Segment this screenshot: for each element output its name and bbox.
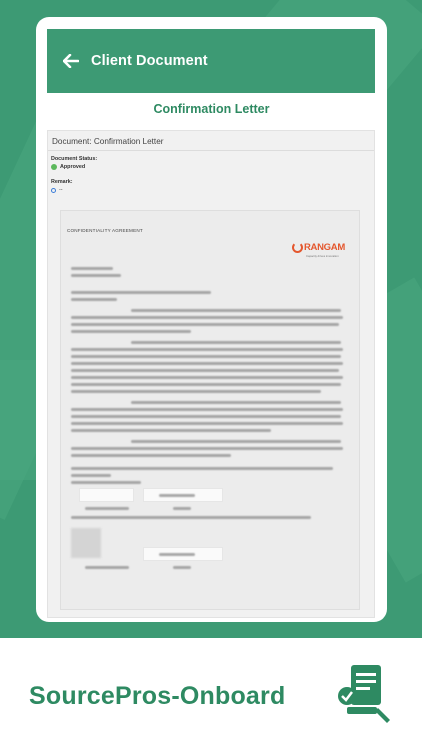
- blurred-text-line: [71, 267, 113, 270]
- blurred-text-line: [131, 341, 341, 344]
- blurred-text-line: [71, 362, 343, 365]
- blurred-text-line: [159, 494, 195, 497]
- blurred-text-line: [85, 507, 129, 510]
- blurred-text-line: [71, 355, 341, 358]
- blurred-text-line: [71, 422, 343, 425]
- blurred-text-line: [131, 309, 341, 312]
- blurred-text-line: [71, 376, 343, 379]
- brand-name: SourcePros-Onboard: [29, 682, 286, 710]
- blurred-text-line: [159, 553, 195, 556]
- blurred-text-line: [71, 291, 211, 294]
- blurred-text-line: [71, 516, 311, 519]
- info-icon: [51, 187, 56, 193]
- blurred-text-line: [71, 348, 343, 351]
- remark-label: Remark:: [51, 179, 73, 185]
- blurred-text-line: [71, 415, 341, 418]
- blurred-text-line: [71, 316, 343, 319]
- status-badge: Approved: [51, 164, 374, 170]
- phone-screen: Client Document Confirmation Letter Docu…: [36, 17, 387, 622]
- status-label: Document Status:: [51, 156, 98, 162]
- logo-tagline: Capacity drives innovation: [306, 254, 339, 258]
- logo-text: RANGAM: [304, 242, 345, 253]
- panel-title: Document: Confirmation Letter: [48, 131, 374, 151]
- blurred-text-line: [71, 467, 333, 470]
- logo-icon: [292, 242, 303, 253]
- signature-box: [79, 488, 134, 502]
- blurred-text-line: [71, 390, 321, 393]
- status-value: Approved: [60, 164, 86, 170]
- blurred-text-line: [71, 447, 343, 450]
- document-check-icon: [337, 663, 393, 727]
- app-bar: Client Document: [47, 29, 375, 93]
- company-logo: RANGAM Capacity drives innovation: [292, 242, 345, 258]
- blurred-text-line: [71, 408, 343, 411]
- blurred-text-line: [71, 323, 339, 326]
- back-arrow-icon[interactable]: [61, 51, 81, 71]
- blurred-text-line: [71, 429, 271, 432]
- blurred-text-line: [71, 454, 231, 457]
- blurred-text-line: [71, 274, 121, 277]
- blurred-text-line: [173, 566, 191, 569]
- blurred-text-line: [131, 440, 341, 443]
- remark-value: --: [59, 187, 63, 193]
- document-panel: Document: Confirmation Letter Document S…: [47, 130, 375, 618]
- blurred-text-line: [173, 507, 191, 510]
- letter-heading: CONFIDENTIALITY AGREEMENT: [67, 228, 143, 233]
- blurred-text-line: [71, 474, 111, 477]
- check-circle-icon: [51, 164, 57, 170]
- blurred-text-line: [71, 330, 191, 333]
- blurred-text-line: [71, 481, 141, 484]
- blurred-text-line: [71, 298, 117, 301]
- signature-image: [71, 528, 101, 558]
- blurred-text-line: [131, 401, 341, 404]
- blurred-text-line: [85, 566, 129, 569]
- page-title: Client Document: [91, 53, 208, 69]
- blurred-text-line: [71, 369, 339, 372]
- blurred-text-line: [71, 383, 341, 386]
- remark-row: --: [51, 187, 374, 193]
- document-preview[interactable]: CONFIDENTIALITY AGREEMENT RANGAM Capacit…: [60, 210, 360, 610]
- document-heading: Confirmation Letter: [153, 102, 270, 116]
